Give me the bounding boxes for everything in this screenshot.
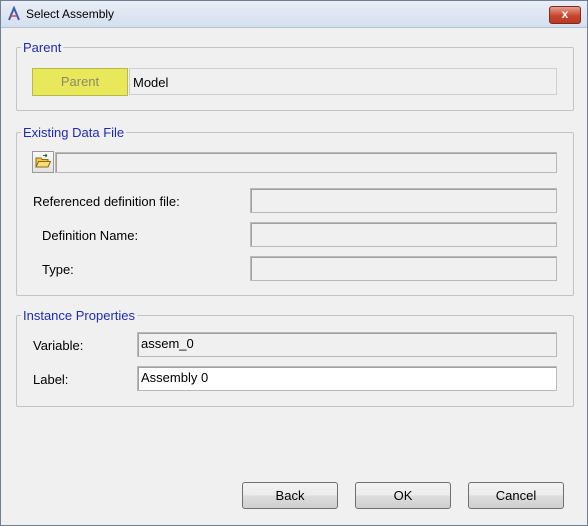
select-assembly-dialog: Select Assembly x Parent Parent Model Ex… (0, 0, 588, 526)
parent-value-field: Model (129, 68, 557, 95)
title-bar: Select Assembly x (1, 1, 587, 28)
folder-open-icon (35, 153, 52, 168)
open-file-button[interactable] (32, 151, 54, 173)
definition-name-label: Definition Name: (42, 228, 139, 243)
back-button[interactable]: Back (242, 482, 338, 509)
variable-value: assem_0 (141, 336, 194, 351)
type-label: Type: (42, 262, 74, 277)
label-label: Label: (33, 372, 69, 387)
label-input[interactable]: Assembly 0 (137, 366, 557, 391)
ok-button[interactable]: OK (355, 482, 451, 509)
type-field (250, 256, 557, 281)
referenced-definition-file-field (250, 188, 557, 213)
close-button[interactable]: x (549, 6, 581, 24)
altair-logo-icon (8, 6, 20, 21)
close-icon: x (561, 7, 569, 21)
referenced-definition-file-label: Referenced definition file: (33, 194, 180, 209)
variable-label: Variable: (33, 338, 84, 353)
parent-button[interactable]: Parent (32, 68, 128, 96)
window-title: Select Assembly (26, 7, 115, 21)
definition-name-field (250, 222, 557, 247)
file-path-field (55, 152, 557, 173)
instance-properties-group: Instance Properties (16, 308, 574, 407)
existing-data-file-title: Existing Data File (21, 125, 127, 140)
cancel-button[interactable]: Cancel (468, 482, 564, 509)
instance-properties-title: Instance Properties (21, 308, 138, 323)
variable-field: assem_0 (137, 332, 557, 357)
label-input-value: Assembly 0 (141, 370, 209, 385)
parent-group-title: Parent (21, 40, 64, 55)
parent-value-text: Model (133, 75, 169, 90)
